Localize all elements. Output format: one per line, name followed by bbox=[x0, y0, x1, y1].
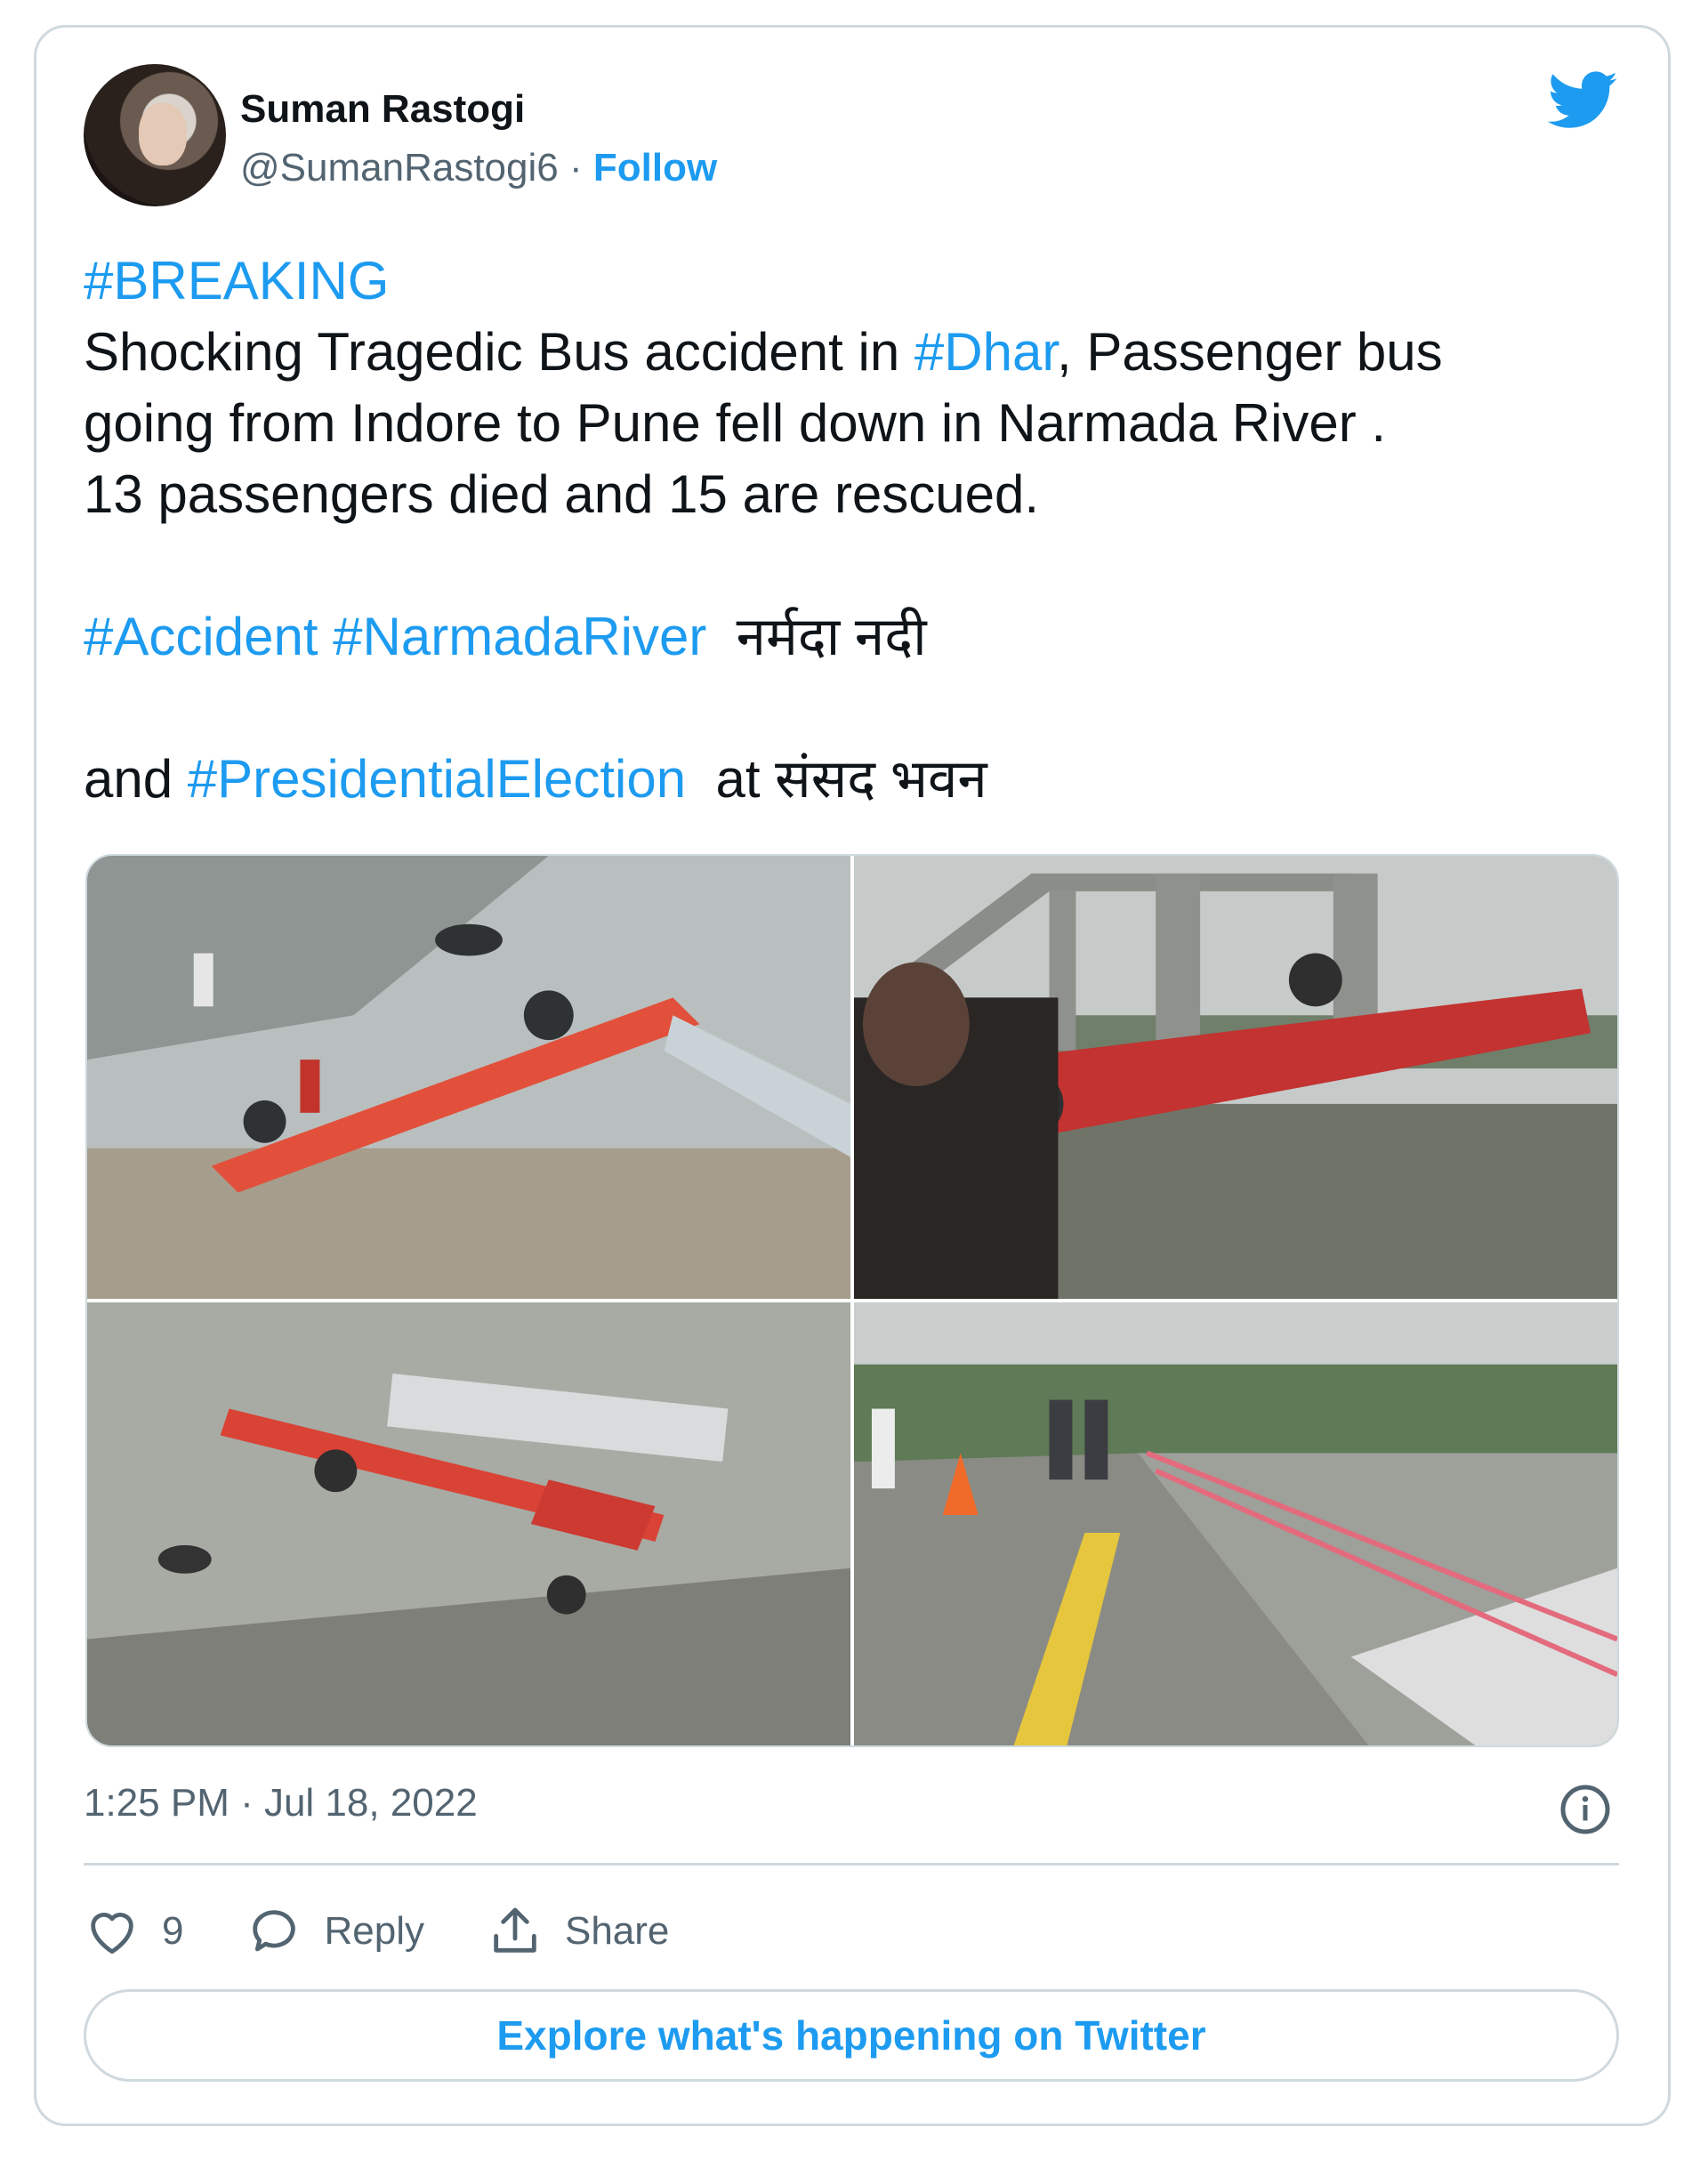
info-icon[interactable] bbox=[1559, 1783, 1612, 1836]
handle-row: @SumanRastogi6 · Follow bbox=[240, 146, 717, 190]
share-icon bbox=[494, 1907, 536, 1953]
like-button[interactable]: 9 bbox=[84, 1903, 183, 1960]
explore-twitter-button[interactable]: Explore what's happening on Twitter bbox=[84, 1989, 1619, 2082]
hashtag-dhar[interactable]: #Dhar bbox=[914, 322, 1057, 382]
twitter-bird-icon[interactable] bbox=[1548, 71, 1619, 130]
hashtag-breaking[interactable]: #BREAKING bbox=[84, 251, 389, 310]
text-segment: and bbox=[84, 749, 188, 809]
reply-bubble-icon bbox=[253, 1910, 296, 1952]
action-bar: 9 Reply Share bbox=[84, 1900, 731, 1962]
avatar[interactable] bbox=[84, 64, 226, 206]
photo-bus-wreck-in-water[interactable] bbox=[87, 1302, 850, 1745]
follow-button[interactable]: Follow bbox=[593, 146, 717, 189]
hashtag-accident[interactable]: #Accident bbox=[84, 607, 318, 666]
share-label: Share bbox=[564, 1909, 670, 1953]
user-handle[interactable]: @SumanRastogi6 bbox=[240, 146, 559, 189]
reply-label: Reply bbox=[324, 1909, 424, 1953]
photo-damaged-bridge-railing[interactable] bbox=[854, 1302, 1617, 1745]
text-line: going from Indore to Pune fell down in N… bbox=[84, 393, 1387, 453]
text-line: 13 passengers died and 15 are rescued. bbox=[84, 464, 1040, 524]
timestamp[interactable]: 1:25 PM · Jul 18, 2022 bbox=[84, 1781, 478, 1825]
hashtag-presidentialelection[interactable]: #PresidentialElection bbox=[188, 749, 686, 809]
hashtag-narmadariver[interactable]: #NarmadaRiver bbox=[333, 607, 706, 666]
photo-overturned-bus-under-bridge[interactable] bbox=[854, 856, 1617, 1299]
reply-button[interactable]: Reply bbox=[246, 1903, 424, 1960]
divider bbox=[84, 1863, 1619, 1866]
photo-bus-in-river-aerial[interactable] bbox=[87, 856, 850, 1299]
text-segment: Shocking Tragedic Bus accident in bbox=[84, 322, 914, 382]
text-segment: at संसद भवन bbox=[686, 749, 987, 809]
share-button[interactable]: Share bbox=[487, 1903, 669, 1960]
media-grid bbox=[85, 854, 1619, 1747]
separator: · bbox=[558, 146, 593, 189]
text-segment: , Passenger bus bbox=[1056, 322, 1443, 382]
user-name[interactable]: Suman Rastogi bbox=[240, 87, 525, 132]
heart-icon bbox=[91, 1913, 133, 1954]
text-segment: नर्मदा नदी bbox=[706, 607, 927, 666]
like-count: 9 bbox=[162, 1909, 184, 1953]
tweet-text: #BREAKING Shocking Tragedic Bus accident… bbox=[84, 246, 1631, 815]
